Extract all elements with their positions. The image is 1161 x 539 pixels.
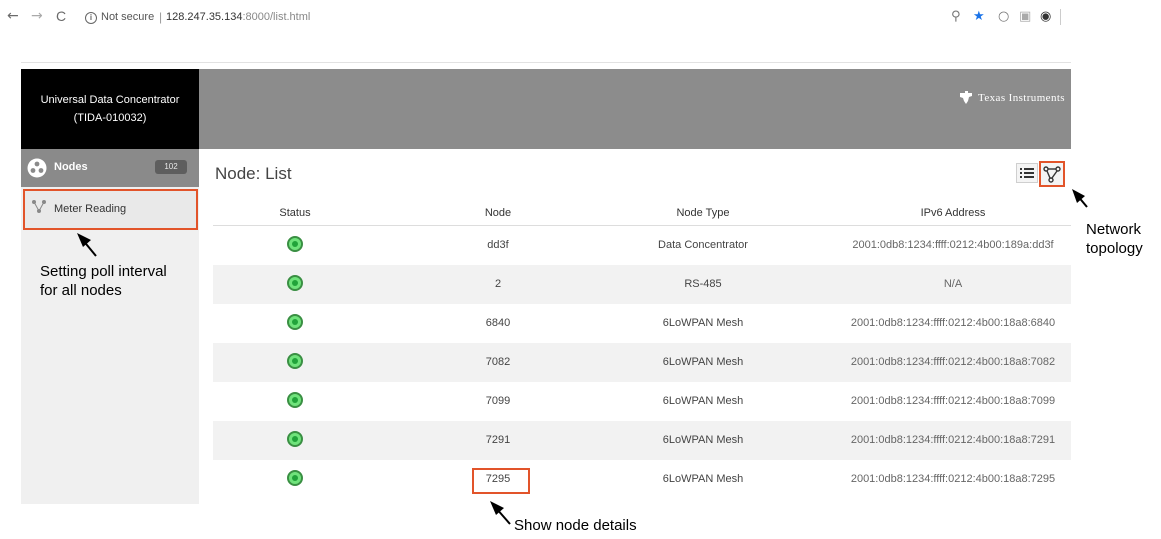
arrow-to-meter-reading [77,233,97,257]
arrow-to-topology-button [1072,189,1088,208]
annotation-arrows [77,189,1088,525]
arrow-to-node-details [490,501,511,525]
